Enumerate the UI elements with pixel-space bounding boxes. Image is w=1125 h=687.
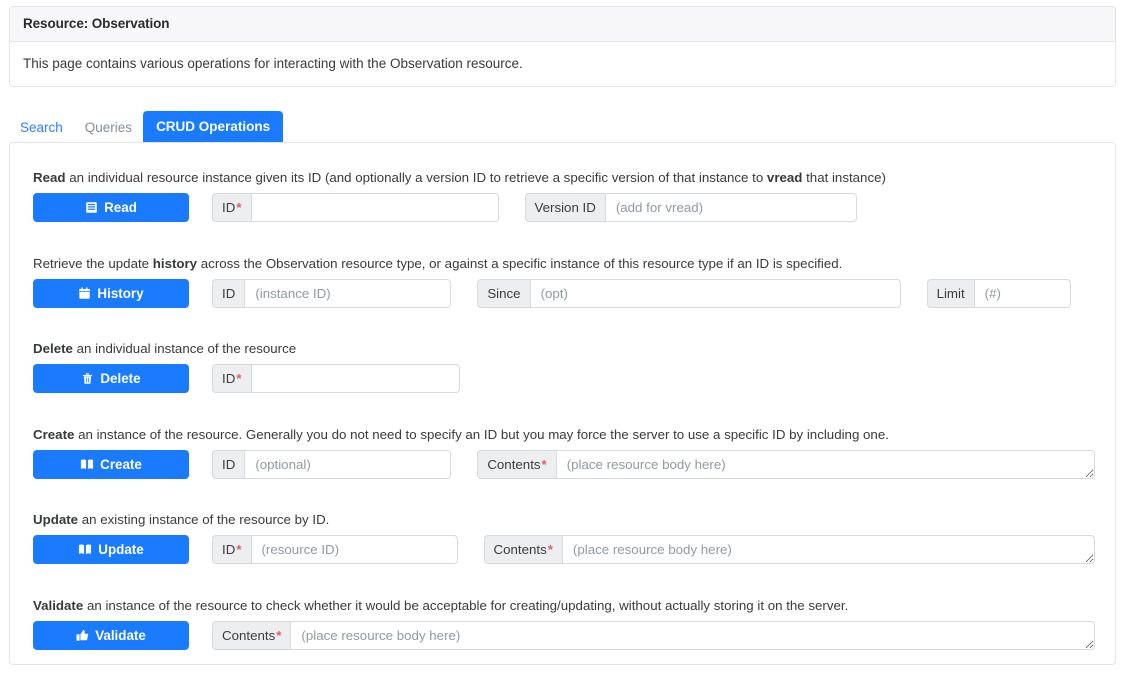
- operation-validate-keyword: Validate: [33, 598, 84, 613]
- required-asterisk: *: [541, 456, 547, 472]
- crud-operations-page: Resource: Observation This page contains…: [0, 0, 1125, 687]
- operation-history-keyword: history: [152, 256, 198, 271]
- read-version-id-label: Version ID: [524, 193, 605, 222]
- operation-update-text: an existing instance of the resource by …: [78, 512, 330, 527]
- update-contents-textarea[interactable]: [561, 535, 1095, 564]
- delete-id-label: ID *: [212, 364, 251, 393]
- create-button-label: Create: [100, 457, 142, 472]
- history-since-group: Since: [477, 279, 901, 308]
- operation-read-keyword-vread: vread: [766, 170, 803, 185]
- required-asterisk: *: [236, 541, 242, 557]
- operation-history-description: Retrieve the update history across the O…: [33, 256, 1095, 272]
- open-book-icon: [78, 543, 92, 556]
- delete-id-group: ID *: [212, 364, 460, 393]
- operation-update: Update an existing instance of the resou…: [33, 512, 1095, 564]
- operation-delete: Delete an individual instance of the res…: [33, 341, 1095, 393]
- history-since-label: Since: [477, 279, 530, 308]
- create-id-label: ID: [212, 450, 245, 479]
- history-button[interactable]: History: [33, 279, 189, 308]
- update-id-label: ID *: [212, 535, 251, 564]
- tab-crud-operations[interactable]: CRUD Operations: [143, 111, 284, 142]
- history-id-input[interactable]: [244, 279, 452, 308]
- update-button-label: Update: [98, 542, 144, 557]
- create-id-input[interactable]: [244, 450, 452, 479]
- resource-tabs: Search Queries CRUD Operations: [9, 111, 1116, 142]
- validate-contents-textarea[interactable]: [290, 621, 1095, 650]
- calendar-icon: [78, 287, 91, 300]
- read-id-label: ID *: [212, 193, 251, 222]
- create-contents-textarea[interactable]: [555, 450, 1095, 479]
- update-contents-group: Contents *: [483, 535, 1095, 564]
- create-button[interactable]: Create: [33, 450, 189, 479]
- operation-validate: Validate an instance of the resource to …: [33, 598, 1095, 650]
- operations-panel: Read an individual resource instance giv…: [9, 142, 1116, 665]
- operation-create-description: Create an instance of the resource. Gene…: [33, 427, 1095, 443]
- tab-queries[interactable]: Queries: [74, 113, 143, 142]
- operation-history-text-1: Retrieve the update: [33, 256, 153, 271]
- read-version-id-group: Version ID: [524, 193, 857, 222]
- required-asterisk: *: [276, 627, 282, 643]
- required-asterisk: *: [547, 541, 553, 557]
- validate-button[interactable]: Validate: [33, 621, 189, 650]
- read-version-id-input[interactable]: [604, 193, 857, 222]
- required-asterisk: *: [236, 370, 242, 386]
- operation-validate-description: Validate an instance of the resource to …: [33, 598, 1095, 614]
- history-id-group: ID: [212, 279, 452, 308]
- operation-update-description: Update an existing instance of the resou…: [33, 512, 1095, 528]
- open-book-icon: [80, 458, 94, 471]
- read-id-group: ID *: [212, 193, 499, 222]
- operation-read-text-2: that instance): [802, 170, 886, 185]
- book-list-icon: [85, 201, 98, 214]
- delete-button-label: Delete: [100, 371, 141, 386]
- operation-read-keyword: Read: [33, 170, 66, 185]
- page-description: This page contains various operations fo…: [23, 56, 523, 71]
- page-title: Resource: Observation: [10, 7, 1115, 42]
- update-button[interactable]: Update: [33, 535, 189, 564]
- update-id-group: ID *: [212, 535, 458, 564]
- validate-contents-label: Contents *: [212, 621, 291, 650]
- operation-history: Retrieve the update history across the O…: [33, 256, 1095, 308]
- read-button[interactable]: Read: [33, 193, 189, 222]
- create-contents-group: Contents *: [477, 450, 1095, 479]
- operation-delete-text: an individual instance of the resource: [72, 341, 297, 356]
- history-limit-group: Limit: [926, 279, 1071, 308]
- operation-update-keyword: Update: [33, 512, 79, 527]
- operation-delete-keyword: Delete: [33, 341, 73, 356]
- operation-create: Create an instance of the resource. Gene…: [33, 427, 1095, 479]
- history-button-label: History: [97, 286, 144, 301]
- operation-read-description: Read an individual resource instance giv…: [33, 170, 1095, 186]
- read-id-input[interactable]: [250, 193, 499, 222]
- operation-delete-description: Delete an individual instance of the res…: [33, 341, 1095, 357]
- required-asterisk: *: [236, 199, 242, 215]
- thumbs-up-icon: [76, 629, 89, 642]
- create-id-group: ID: [212, 450, 452, 479]
- operation-validate-text: an instance of the resource to check whe…: [83, 598, 849, 613]
- trash-icon: [81, 372, 94, 385]
- create-contents-label: Contents *: [477, 450, 556, 479]
- tab-search[interactable]: Search: [9, 113, 74, 142]
- delete-button[interactable]: Delete: [33, 364, 189, 393]
- operation-read: Read an individual resource instance giv…: [33, 170, 1095, 222]
- history-limit-label: Limit: [926, 279, 974, 308]
- validate-button-label: Validate: [95, 628, 146, 643]
- update-id-input[interactable]: [250, 535, 458, 564]
- operation-read-text-1: an individual resource instance given it…: [65, 170, 767, 185]
- history-limit-input[interactable]: [973, 279, 1071, 308]
- history-id-label: ID: [212, 279, 245, 308]
- history-since-input[interactable]: [529, 279, 901, 308]
- validate-contents-group: Contents *: [212, 621, 1095, 650]
- operation-history-text-2: across the Observation resource type, or…: [197, 256, 843, 271]
- update-contents-label: Contents *: [483, 535, 562, 564]
- read-button-label: Read: [104, 200, 137, 215]
- delete-id-input[interactable]: [250, 364, 460, 393]
- resource-header-card: Resource: Observation This page contains…: [9, 6, 1116, 87]
- operation-create-keyword: Create: [33, 427, 75, 442]
- operation-create-text: an instance of the resource. Generally y…: [74, 427, 889, 442]
